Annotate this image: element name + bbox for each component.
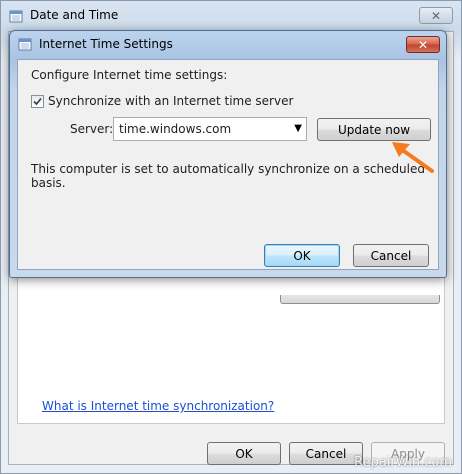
sync-checkbox[interactable] (31, 95, 44, 108)
dialog-close-button[interactable]: ✕ (406, 36, 440, 53)
dialog-heading: Configure Internet time settings: (31, 68, 228, 82)
sync-status-text: This computer is set to automatically sy… (31, 162, 425, 190)
parent-ok-button[interactable]: OK (207, 442, 281, 465)
dialog-ok-button[interactable]: OK (264, 244, 340, 267)
watermark: RepairWin.com (354, 455, 452, 470)
internet-time-settings-dialog: Internet Time Settings ✕ Configure Inter… (9, 30, 447, 278)
parent-titlebar: Date and Time ✕ (1, 1, 461, 31)
chevron-down-icon[interactable]: ▼ (294, 123, 302, 134)
sync-checkbox-label[interactable]: Synchronize with an Internet time server (48, 94, 293, 108)
close-icon: ✕ (417, 37, 429, 52)
close-icon: ✕ (430, 8, 442, 23)
checkmark-icon (33, 95, 42, 109)
parent-window-title: Date and Time (30, 8, 119, 22)
dialog-titlebar: Internet Time Settings ✕ (10, 31, 446, 59)
pointer-arrow-icon (388, 140, 438, 177)
dialog-client-area: Configure Internet time settings: Synchr… (17, 59, 439, 270)
dialog-title: Internet Time Settings (39, 37, 173, 51)
update-now-button[interactable]: Update now (317, 118, 431, 141)
change-settings-button[interactable] (280, 295, 440, 304)
parent-cancel-button[interactable]: Cancel (289, 442, 363, 465)
calendar-clock-icon (9, 9, 23, 26)
help-link[interactable]: What is Internet time synchronization? (42, 399, 274, 413)
dialog-cancel-button[interactable]: Cancel (353, 244, 429, 267)
calendar-clock-icon (18, 37, 32, 54)
server-combobox[interactable]: time.windows.com ▼ (113, 117, 307, 141)
server-value[interactable]: time.windows.com (119, 122, 231, 136)
server-label: Server: (70, 122, 114, 136)
parent-close-button[interactable]: ✕ (419, 7, 453, 24)
